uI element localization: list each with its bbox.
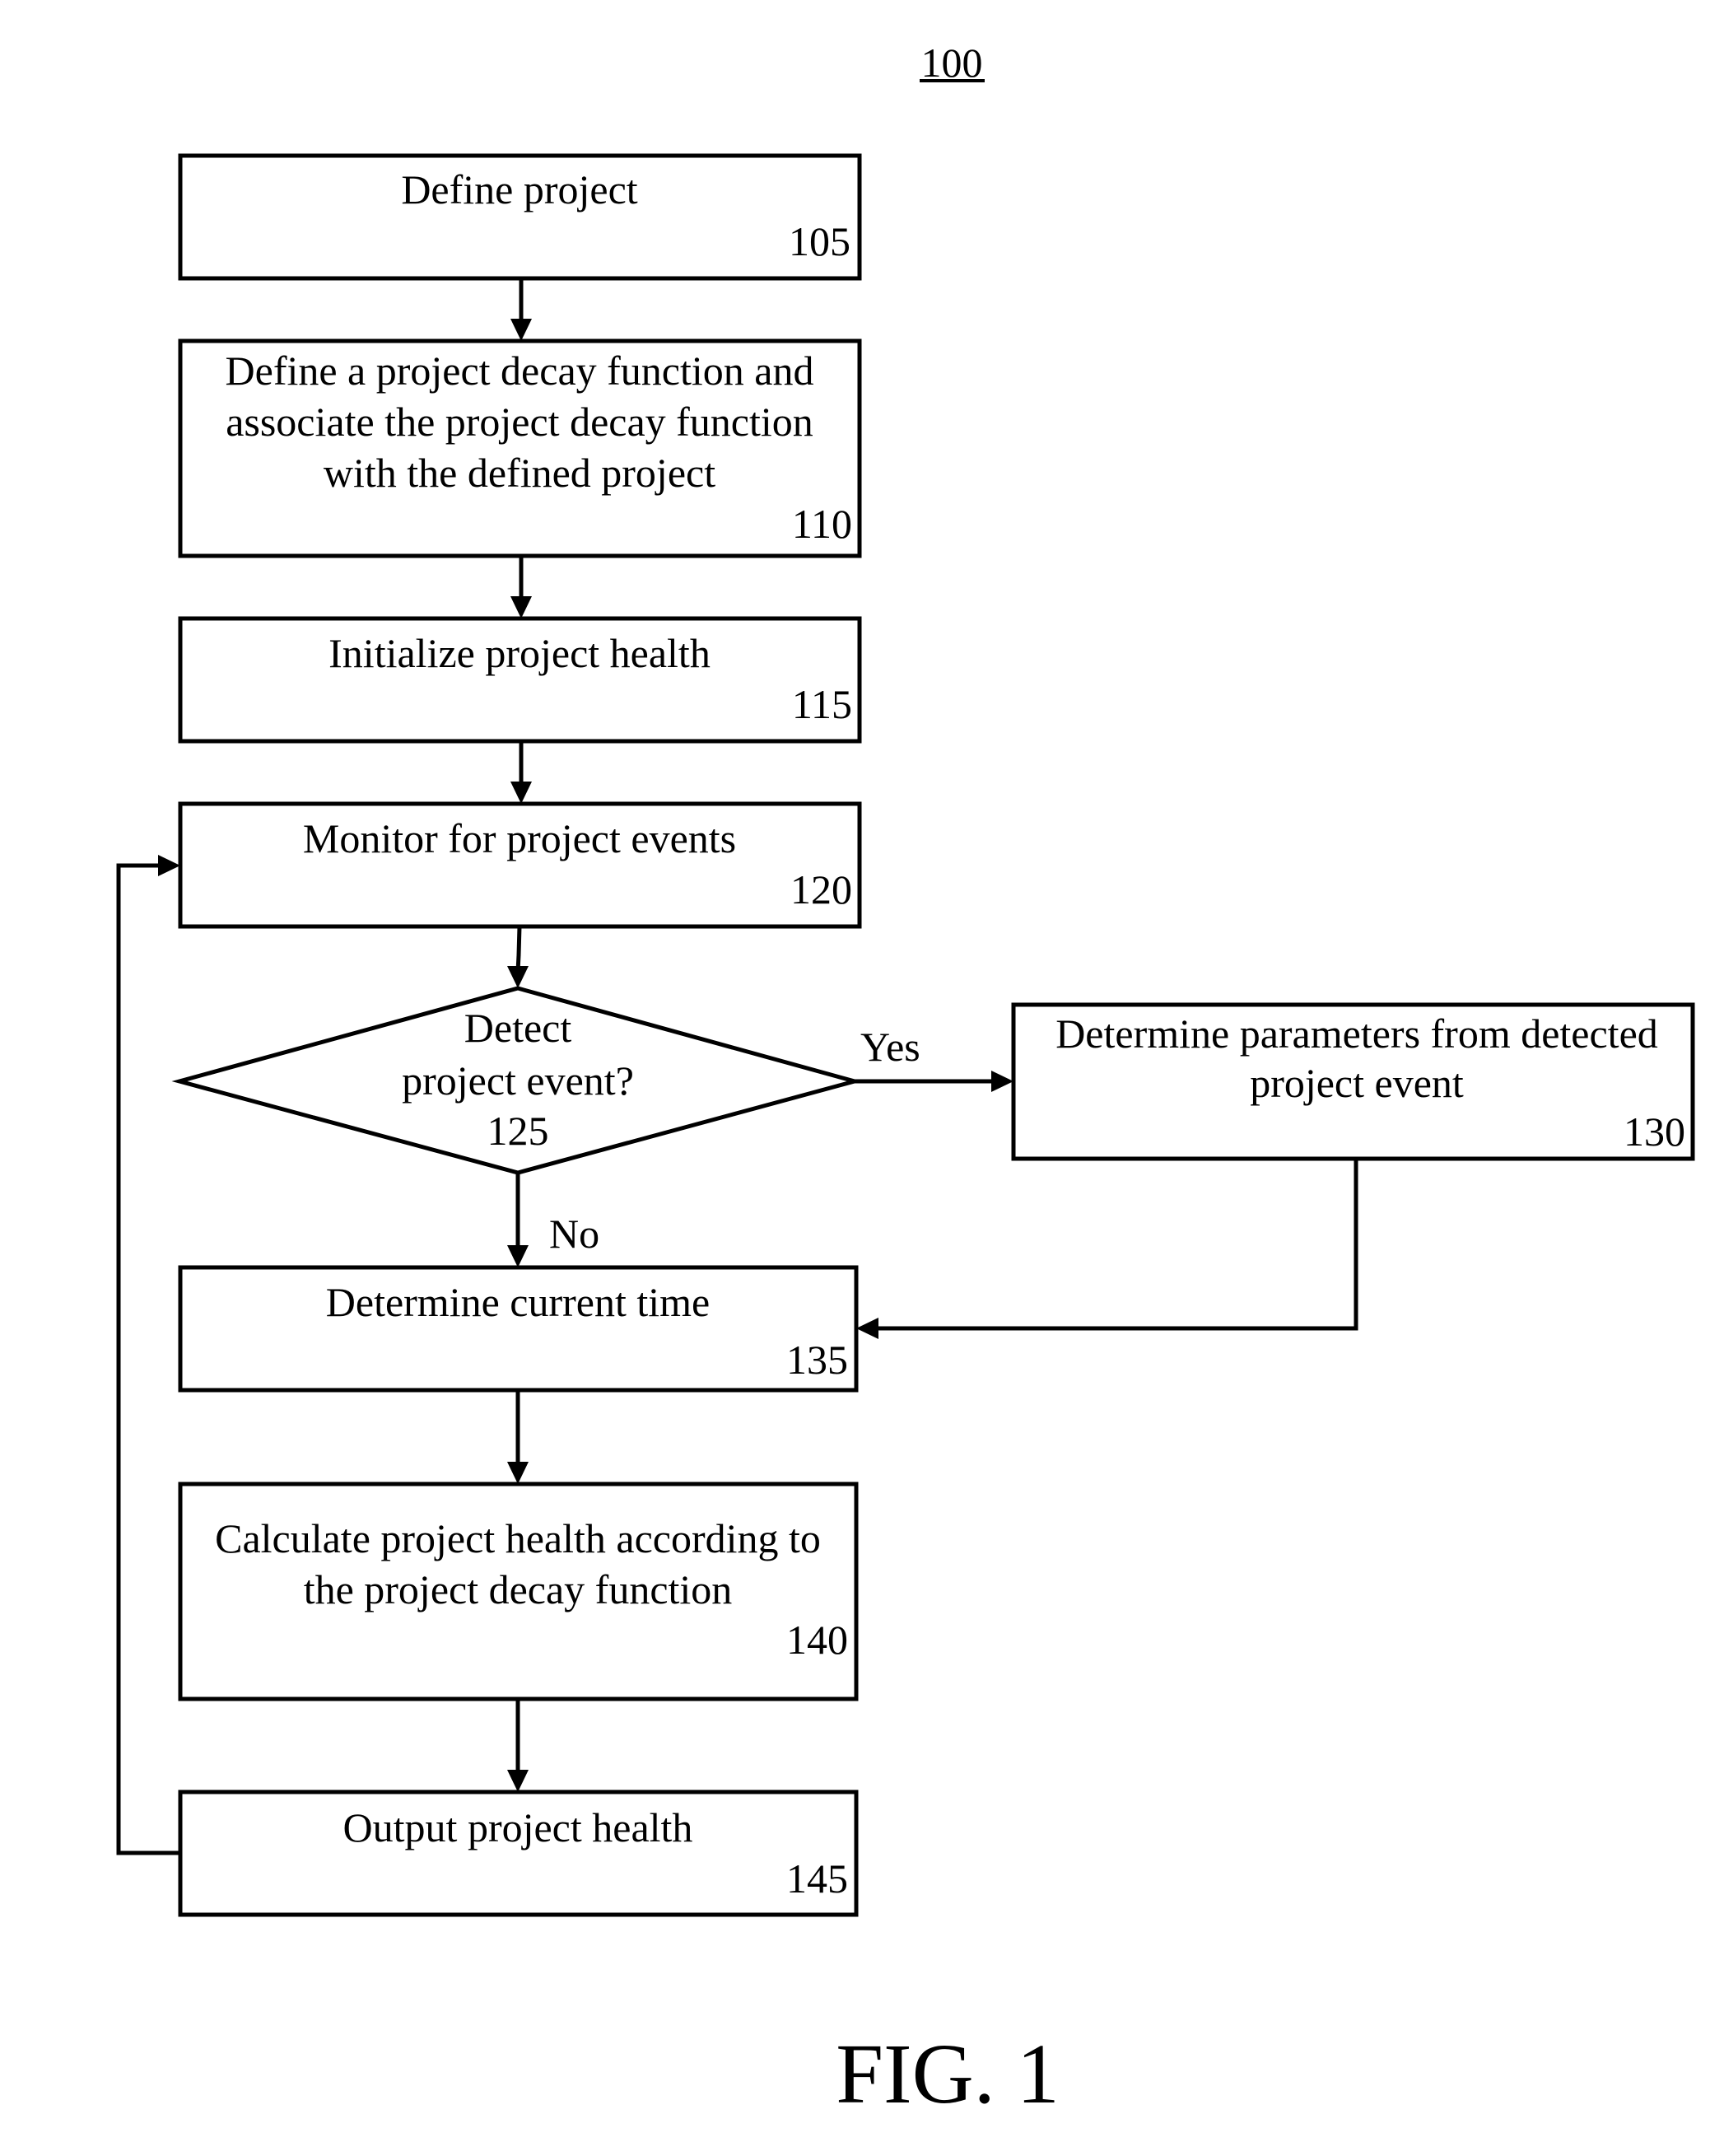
step-145-output-health: Output project health 145 [178,1790,859,1917]
step-text-line-1: Determine parameters from detected [1055,1010,1658,1057]
step-number: 145 [786,1855,848,1902]
step-text-line-2: project event [1250,1060,1464,1106]
step-text-line-2: the project decay function [304,1566,733,1612]
step-text-line-1: Define a project decay function and [226,348,814,394]
arrowhead-right-icon [158,855,180,876]
step-text-line-2: associate the project decay function [226,399,813,445]
connector-110-115 [510,556,532,618]
step-number: 135 [786,1337,848,1383]
connector-125-135-no: No [507,1173,599,1267]
connector-125-130-yes: Yes [855,1024,1013,1092]
connector-line [116,863,180,1855]
edge-label-yes: Yes [860,1024,920,1070]
step-text: Define project [401,166,637,212]
step-text: Determine current time [326,1279,710,1325]
connector-line [515,926,522,973]
step-text: Output project health [343,1804,693,1850]
arrowhead-left-icon [856,1318,878,1339]
step-number: 130 [1624,1108,1685,1155]
connector-115-120 [510,741,532,804]
connector-105-110 [510,278,532,341]
arrowhead-right-icon [991,1071,1013,1092]
step-110-define-decay-function: Define a project decay function and asso… [178,338,862,558]
flowchart: 100 Define project 105 Define a project … [116,40,1695,2121]
arrowhead-down-icon [507,1462,529,1484]
figure-caption: FIG. 1 [836,2027,1060,2121]
arrowhead-down-icon [507,966,529,988]
arrowhead-down-icon [510,319,532,341]
step-number: 115 [792,681,852,727]
step-105-define-project: Define project 105 [178,153,862,281]
arrowhead-down-icon [510,782,532,804]
connector-135-140 [507,1390,529,1484]
step-130-determine-parameters: Determine parameters from detected proje… [1011,1002,1695,1161]
step-120-monitor-events: Monitor for project events 120 [178,801,862,929]
arrowhead-down-icon [507,1245,529,1267]
step-135-determine-current-time: Determine current time 135 [178,1265,859,1393]
step-number: 105 [789,218,850,264]
decision-text-line-2: project event? [402,1057,634,1104]
figure-reference-number: 100 [921,40,983,86]
arrowhead-down-icon [507,1770,529,1792]
connector-145-120-loop [116,855,180,1855]
connector-140-145 [507,1699,529,1792]
step-number: 140 [786,1617,848,1663]
step-115-initialize-health: Initialize project health 115 [178,616,862,744]
connector-130-135 [856,1159,1358,1339]
connector-line [874,1159,1358,1331]
step-number: 125 [487,1108,549,1154]
step-text: Initialize project health [328,630,711,676]
edge-label-no: No [549,1211,599,1257]
step-140-calculate-health: Calculate project health according to th… [178,1482,859,1701]
decision-125-detect-event: Detect project event? 125 [171,986,863,1175]
step-number: 110 [792,501,852,547]
step-text-line-3: with the defined project [324,450,715,496]
step-text-line-1: Calculate project health according to [215,1515,821,1561]
arrowhead-down-icon [510,596,532,618]
step-number: 120 [790,866,852,912]
step-text: Monitor for project events [303,815,736,861]
decision-text-line-1: Detect [464,1005,572,1051]
connector-120-125 [507,926,529,988]
